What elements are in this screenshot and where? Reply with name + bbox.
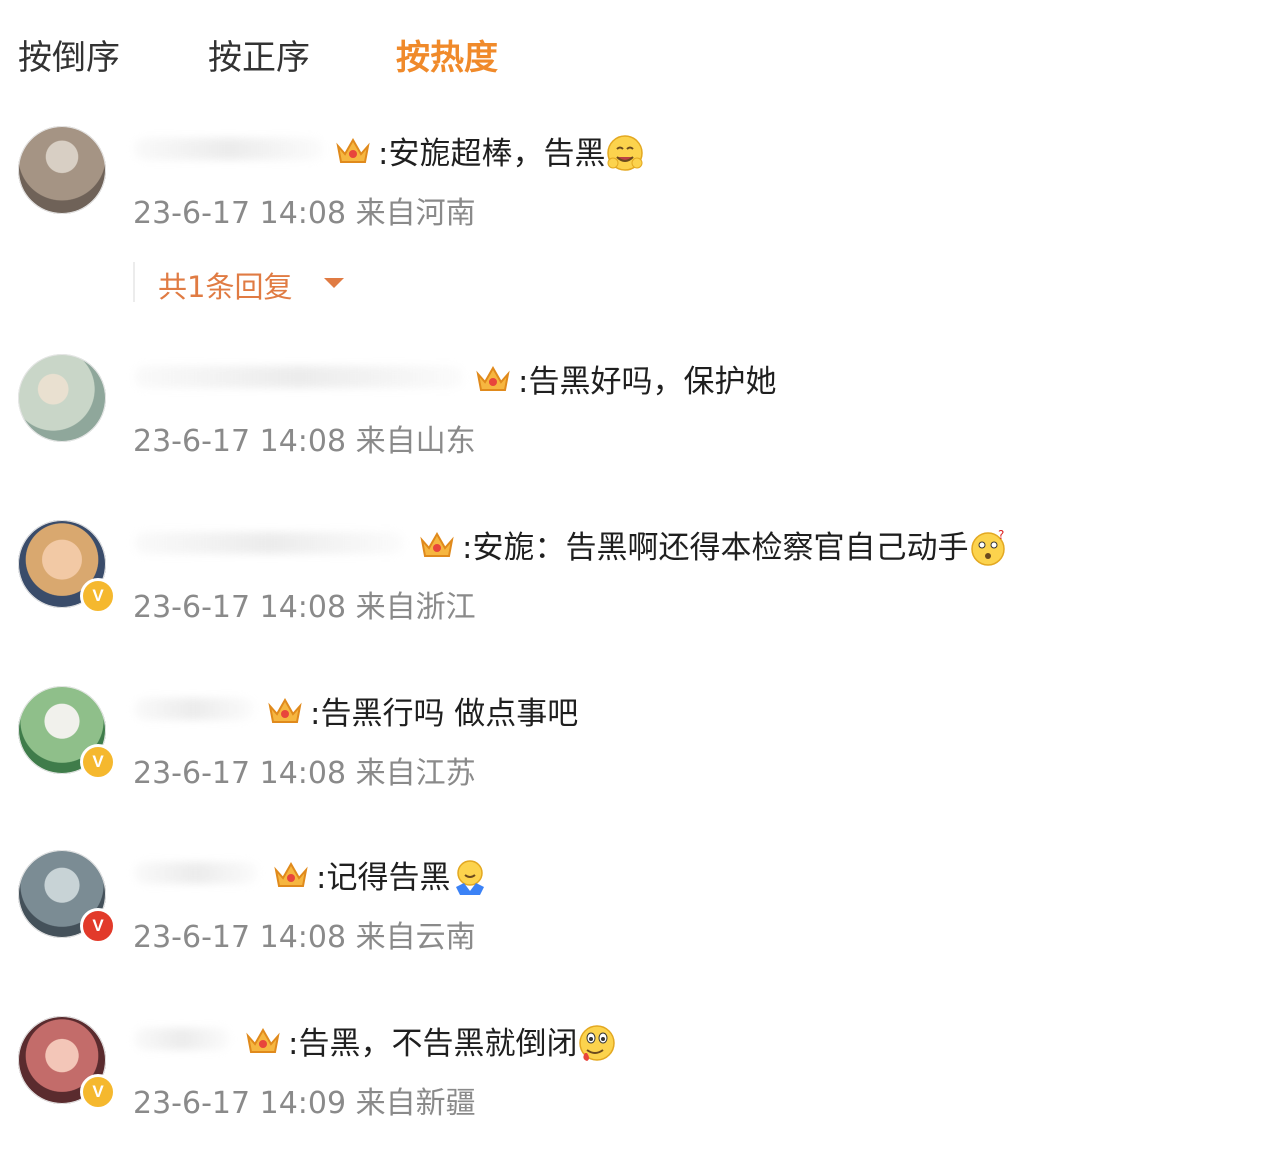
crown-icon: [476, 365, 510, 391]
username-blurred[interactable]: [134, 698, 254, 720]
svg-text:?: ?: [998, 528, 1004, 542]
comment-item: V :记得告黑 23-6-17 14:08 来自云南: [0, 724, 1270, 955]
comment-text: :安旎超棒，告黑: [378, 128, 645, 173]
verified-badge-icon: V: [80, 1074, 116, 1110]
crown-icon: [336, 137, 370, 163]
username-blurred[interactable]: [134, 1028, 230, 1050]
comment-item: V :告黑，不告黑就倒闭 23-6-17 14:09 来自新疆: [0, 890, 1270, 1121]
comment-text-content: :安旎超棒，告黑: [378, 136, 606, 172]
drooling-face-emoji-icon: [579, 1024, 616, 1061]
hugging-face-emoji-icon: [607, 134, 644, 171]
crown-icon: [274, 861, 308, 887]
comment-meta: 23-6-17 14:08 来自河南: [133, 196, 476, 231]
comment-item: V :告黑行吗 做点事吧 23-6-17 14:08 来自江苏: [0, 560, 1270, 791]
crown-icon: [246, 1027, 280, 1053]
crown-icon: [420, 531, 454, 557]
username-blurred[interactable]: [134, 366, 464, 388]
avatar[interactable]: [18, 126, 106, 214]
avatar-photo: [18, 126, 106, 214]
comment-item: :安旎超棒，告黑 23-6-17 14:08 来自河南 共1条回复: [0, 0, 1270, 304]
comment-text-content: :告黑，不告黑就倒闭: [288, 1026, 578, 1062]
comment-item: V :安旎：告黑啊还得本检察官自己动手? 23-6-17 14:08 来自浙江: [0, 394, 1270, 625]
comment-text: :告黑，不告黑就倒闭: [288, 1018, 617, 1063]
comment-meta: 23-6-17 14:09 来自新疆: [133, 1086, 476, 1121]
crown-icon: [268, 697, 302, 723]
username-blurred[interactable]: [134, 862, 258, 884]
username-blurred[interactable]: [134, 532, 404, 554]
username-blurred[interactable]: [134, 138, 324, 160]
avatar[interactable]: V: [18, 1016, 116, 1110]
comment-item: :告黑好吗，保护她 23-6-17 14:08 来自山东: [0, 228, 1270, 459]
